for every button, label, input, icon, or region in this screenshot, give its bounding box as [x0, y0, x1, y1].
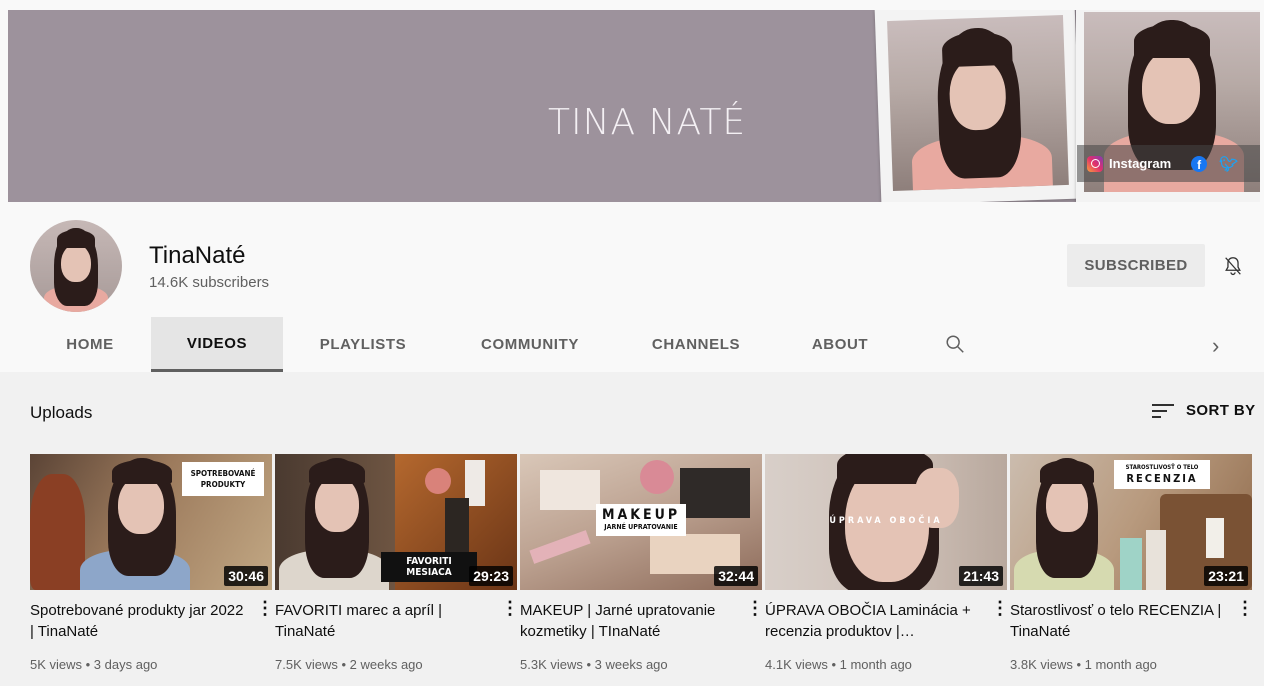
- tab-channels[interactable]: CHANNELS: [630, 317, 762, 372]
- video-title[interactable]: FAVORITI marec a apríl | TinaNaté: [275, 600, 493, 642]
- video-meta: 7.5K views • 2 weeks ago: [275, 657, 423, 672]
- search-icon[interactable]: [944, 333, 966, 355]
- video-thumbnail[interactable]: SPOTREBOVANÉ PRODUKTY 30:46: [30, 454, 272, 590]
- thumbnail-caption: ÚPRAVA OBOČIA: [829, 516, 943, 526]
- banner-photo-1: [874, 10, 1082, 202]
- tab-about[interactable]: ABOUT: [792, 317, 888, 372]
- sort-by-button[interactable]: SORT BY: [1152, 402, 1255, 419]
- more-options-icon[interactable]: ⋮: [991, 599, 1009, 617]
- video-card[interactable]: MAKEUP JARNÉ UPRATOVANIE 32:44 MAKEUP | …: [520, 454, 764, 672]
- video-card[interactable]: FAVORITI MESIACA 29:23 FAVORITI marec a …: [275, 454, 519, 672]
- thumbnail-caption-main: MAKEUP: [601, 507, 681, 523]
- channel-banner: TINA NATÉ Instagram f 🐦︎: [8, 10, 1260, 202]
- more-options-icon[interactable]: ⋮: [256, 599, 274, 617]
- video-thumbnail[interactable]: STAROSTLIVOSŤ O TELO RECENZIA 23:21: [1010, 454, 1252, 590]
- channel-header: TinaNaté 14.6K subscribers SUBSCRIBED HO…: [0, 202, 1264, 372]
- video-duration: 32:44: [714, 566, 758, 586]
- twitter-icon[interactable]: 🐦︎: [1219, 155, 1238, 173]
- sort-by-label: SORT BY: [1186, 402, 1256, 419]
- avatar[interactable]: [30, 220, 122, 312]
- video-meta: 5.3K views • 3 weeks ago: [520, 657, 668, 672]
- video-card[interactable]: STAROSTLIVOSŤ O TELO RECENZIA 23:21 Star…: [1010, 454, 1254, 672]
- video-card[interactable]: ÚPRAVA OBOČIA 21:43 ÚPRAVA OBOČIA Laminá…: [765, 454, 1009, 672]
- video-duration: 30:46: [224, 566, 268, 586]
- video-card[interactable]: SPOTREBOVANÉ PRODUKTY 30:46 Spotrebované…: [30, 454, 274, 672]
- thumbnail-caption: FAVORITI MESIACA: [381, 552, 477, 582]
- thumbnail-caption: STAROSTLIVOSŤ O TELO RECENZIA: [1114, 460, 1210, 489]
- notification-bell-off-icon[interactable]: [1222, 254, 1244, 278]
- subscribed-button[interactable]: SUBSCRIBED: [1067, 244, 1205, 287]
- video-thumbnail[interactable]: MAKEUP JARNÉ UPRATOVANIE 32:44: [520, 454, 762, 590]
- channel-tabs: HOME VIDEOS PLAYLISTS COMMUNITY CHANNELS…: [0, 317, 1264, 372]
- video-title[interactable]: ÚPRAVA OBOČIA Laminácia + recenzia produ…: [765, 600, 983, 642]
- social-links: Instagram f 🐦︎: [1077, 145, 1260, 182]
- sort-icon: [1152, 403, 1174, 419]
- video-title[interactable]: MAKEUP | Jarné upratovanie kozmetiky | T…: [520, 600, 738, 642]
- video-duration: 21:43: [959, 566, 1003, 586]
- thumbnail-caption-sub: RECENZIA: [1126, 472, 1198, 485]
- more-options-icon[interactable]: ⋮: [1236, 599, 1254, 617]
- thumbnail-caption: SPOTREBOVANÉ PRODUKTY: [182, 462, 264, 496]
- video-meta: 3.8K views • 1 month ago: [1010, 657, 1157, 672]
- chevron-right-icon[interactable]: ›: [1212, 333, 1219, 359]
- instagram-icon[interactable]: [1087, 155, 1103, 172]
- tab-videos[interactable]: VIDEOS: [151, 317, 283, 372]
- thumbnail-caption: MAKEUP JARNÉ UPRATOVANIE: [596, 504, 686, 536]
- video-meta: 5K views • 3 days ago: [30, 657, 158, 672]
- facebook-icon[interactable]: f: [1191, 155, 1208, 172]
- more-options-icon[interactable]: ⋮: [501, 599, 519, 617]
- video-thumbnail[interactable]: FAVORITI MESIACA 29:23: [275, 454, 517, 590]
- tab-playlists[interactable]: PLAYLISTS: [298, 317, 428, 372]
- tab-community[interactable]: COMMUNITY: [458, 317, 602, 372]
- thumbnail-caption-sub: JARNÉ UPRATOVANIE: [604, 523, 678, 531]
- section-title: Uploads: [30, 403, 93, 422]
- subscriber-count: 14.6K subscribers: [149, 274, 270, 291]
- video-thumbnail[interactable]: ÚPRAVA OBOČIA 21:43: [765, 454, 1007, 590]
- more-options-icon[interactable]: ⋮: [746, 599, 764, 617]
- video-title[interactable]: Starostlivosť o telo RECENZIA | TinaNaté: [1010, 600, 1228, 642]
- thumbnail-caption-main: STAROSTLIVOSŤ O TELO: [1125, 464, 1199, 471]
- uploads-section: Uploads SORT BY SPOTREBOVANÉ PRODUKTY 30…: [0, 372, 1264, 686]
- channel-name: TinaNaté: [149, 242, 246, 269]
- tab-home[interactable]: HOME: [29, 317, 151, 372]
- video-title[interactable]: Spotrebované produkty jar 2022 | TinaNat…: [30, 600, 248, 642]
- video-duration: 23:21: [1204, 566, 1248, 586]
- video-meta: 4.1K views • 1 month ago: [765, 657, 912, 672]
- instagram-link[interactable]: Instagram: [1109, 156, 1171, 171]
- video-duration: 29:23: [469, 566, 513, 586]
- banner-title: TINA NATÉ: [548, 102, 747, 143]
